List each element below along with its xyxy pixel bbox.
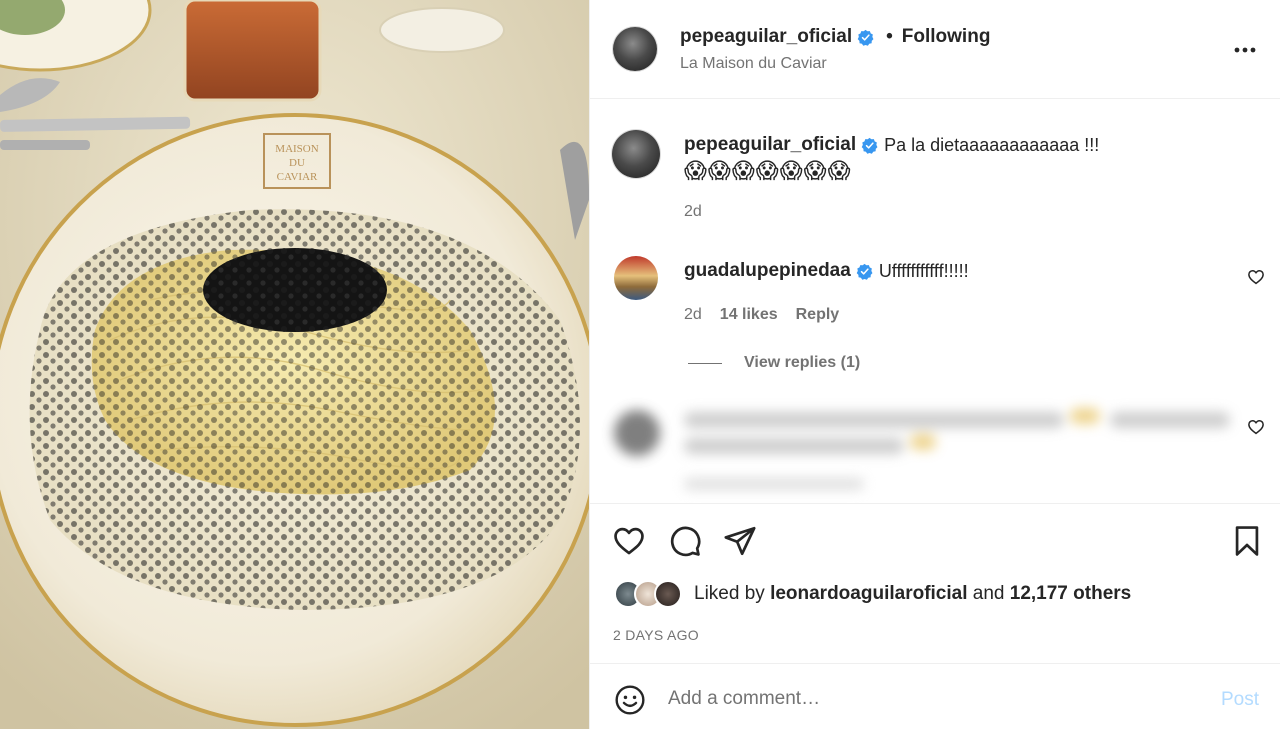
- liked-by-and: and: [972, 583, 1005, 604]
- like-comment-heart-icon[interactable]: [1247, 418, 1265, 436]
- add-comment-section: Post: [590, 663, 1280, 729]
- caption: pepeaguilar_oficial Pa la dietaaaaaaaaaa…: [684, 134, 1099, 156]
- share-send-icon[interactable]: [723, 524, 757, 558]
- blurred-comment: [590, 390, 1280, 503]
- add-comment-input[interactable]: [668, 681, 1188, 717]
- liker-avatar: [654, 580, 682, 608]
- author-username[interactable]: pepeaguilar_oficial: [680, 26, 852, 48]
- post-comment-button[interactable]: Post: [1221, 689, 1259, 711]
- liked-by-row: Liked by leonardoaguilaroficial and 12,1…: [614, 580, 1131, 608]
- comment-text: Ufffffffffff!!!!!: [878, 260, 969, 281]
- location-link[interactable]: La Maison du Caviar: [680, 55, 827, 73]
- post-timestamp[interactable]: 2 DAYS AGO: [613, 627, 699, 643]
- post-details-panel: pepeaguilar_oficial • Following La Maiso…: [589, 0, 1280, 729]
- more-horizontal-icon[interactable]: [1233, 40, 1257, 60]
- caption-timestamp[interactable]: 2d: [684, 203, 702, 221]
- plate-logo-line-3: CAVIAR: [277, 171, 318, 183]
- post-actions: Liked by leonardoaguilaroficial and 12,1…: [590, 503, 1280, 663]
- comment-bubble-icon[interactable]: [668, 524, 702, 558]
- caption-text: Pa la dietaaaaaaaaaaaa !!!: [884, 134, 1100, 155]
- reply-button[interactable]: Reply: [796, 306, 840, 324]
- liker-avatars[interactable]: [614, 580, 686, 608]
- commenter-avatar[interactable]: [614, 256, 658, 300]
- post-photo[interactable]: MAISON DU CAVIAR: [0, 0, 589, 729]
- food-photo: MAISON DU CAVIAR: [0, 0, 589, 729]
- liked-by-user[interactable]: leonardoaguilaroficial: [770, 583, 967, 605]
- caption-author-avatar[interactable]: [612, 130, 660, 178]
- caption-emojis: 😱😱😱😱😱😱😱: [684, 158, 852, 183]
- view-replies-button[interactable]: View replies (1): [688, 354, 860, 372]
- comments-list[interactable]: pepeaguilar_oficial Pa la dietaaaaaaaaaa…: [590, 100, 1280, 503]
- separator-dot: •: [886, 26, 893, 47]
- replies-divider: [688, 362, 722, 364]
- comment-timestamp[interactable]: 2d: [684, 306, 702, 324]
- view-replies-label: View replies (1): [744, 354, 861, 371]
- verified-badge-icon: [856, 263, 873, 280]
- plate-logo-line-2: DU: [289, 157, 305, 169]
- like-comment-heart-icon[interactable]: [1247, 268, 1265, 286]
- verified-badge-icon: [857, 29, 874, 46]
- caption-username[interactable]: pepeaguilar_oficial: [684, 134, 856, 156]
- bookmark-save-icon[interactable]: [1230, 524, 1264, 558]
- comment-likes[interactable]: 14 likes: [720, 306, 778, 324]
- comment-meta: 2d 14 likes Reply: [684, 306, 839, 324]
- comment: guadalupepinedaa Ufffffffffff!!!!!: [684, 260, 969, 282]
- author-row: pepeaguilar_oficial • Following: [680, 26, 990, 48]
- post-header: pepeaguilar_oficial • Following La Maiso…: [590, 0, 1280, 99]
- plate-logo-line-1: MAISON: [275, 143, 318, 155]
- liked-by-prefix: Liked by: [694, 583, 765, 604]
- following-button[interactable]: Following: [902, 26, 991, 48]
- like-heart-icon[interactable]: [612, 524, 646, 558]
- emoji-smiley-icon[interactable]: [614, 684, 646, 716]
- verified-badge-icon: [861, 137, 878, 154]
- author-avatar[interactable]: [613, 27, 657, 71]
- comment-username[interactable]: guadalupepinedaa: [684, 260, 851, 282]
- liked-by-others[interactable]: 12,177 others: [1010, 583, 1131, 605]
